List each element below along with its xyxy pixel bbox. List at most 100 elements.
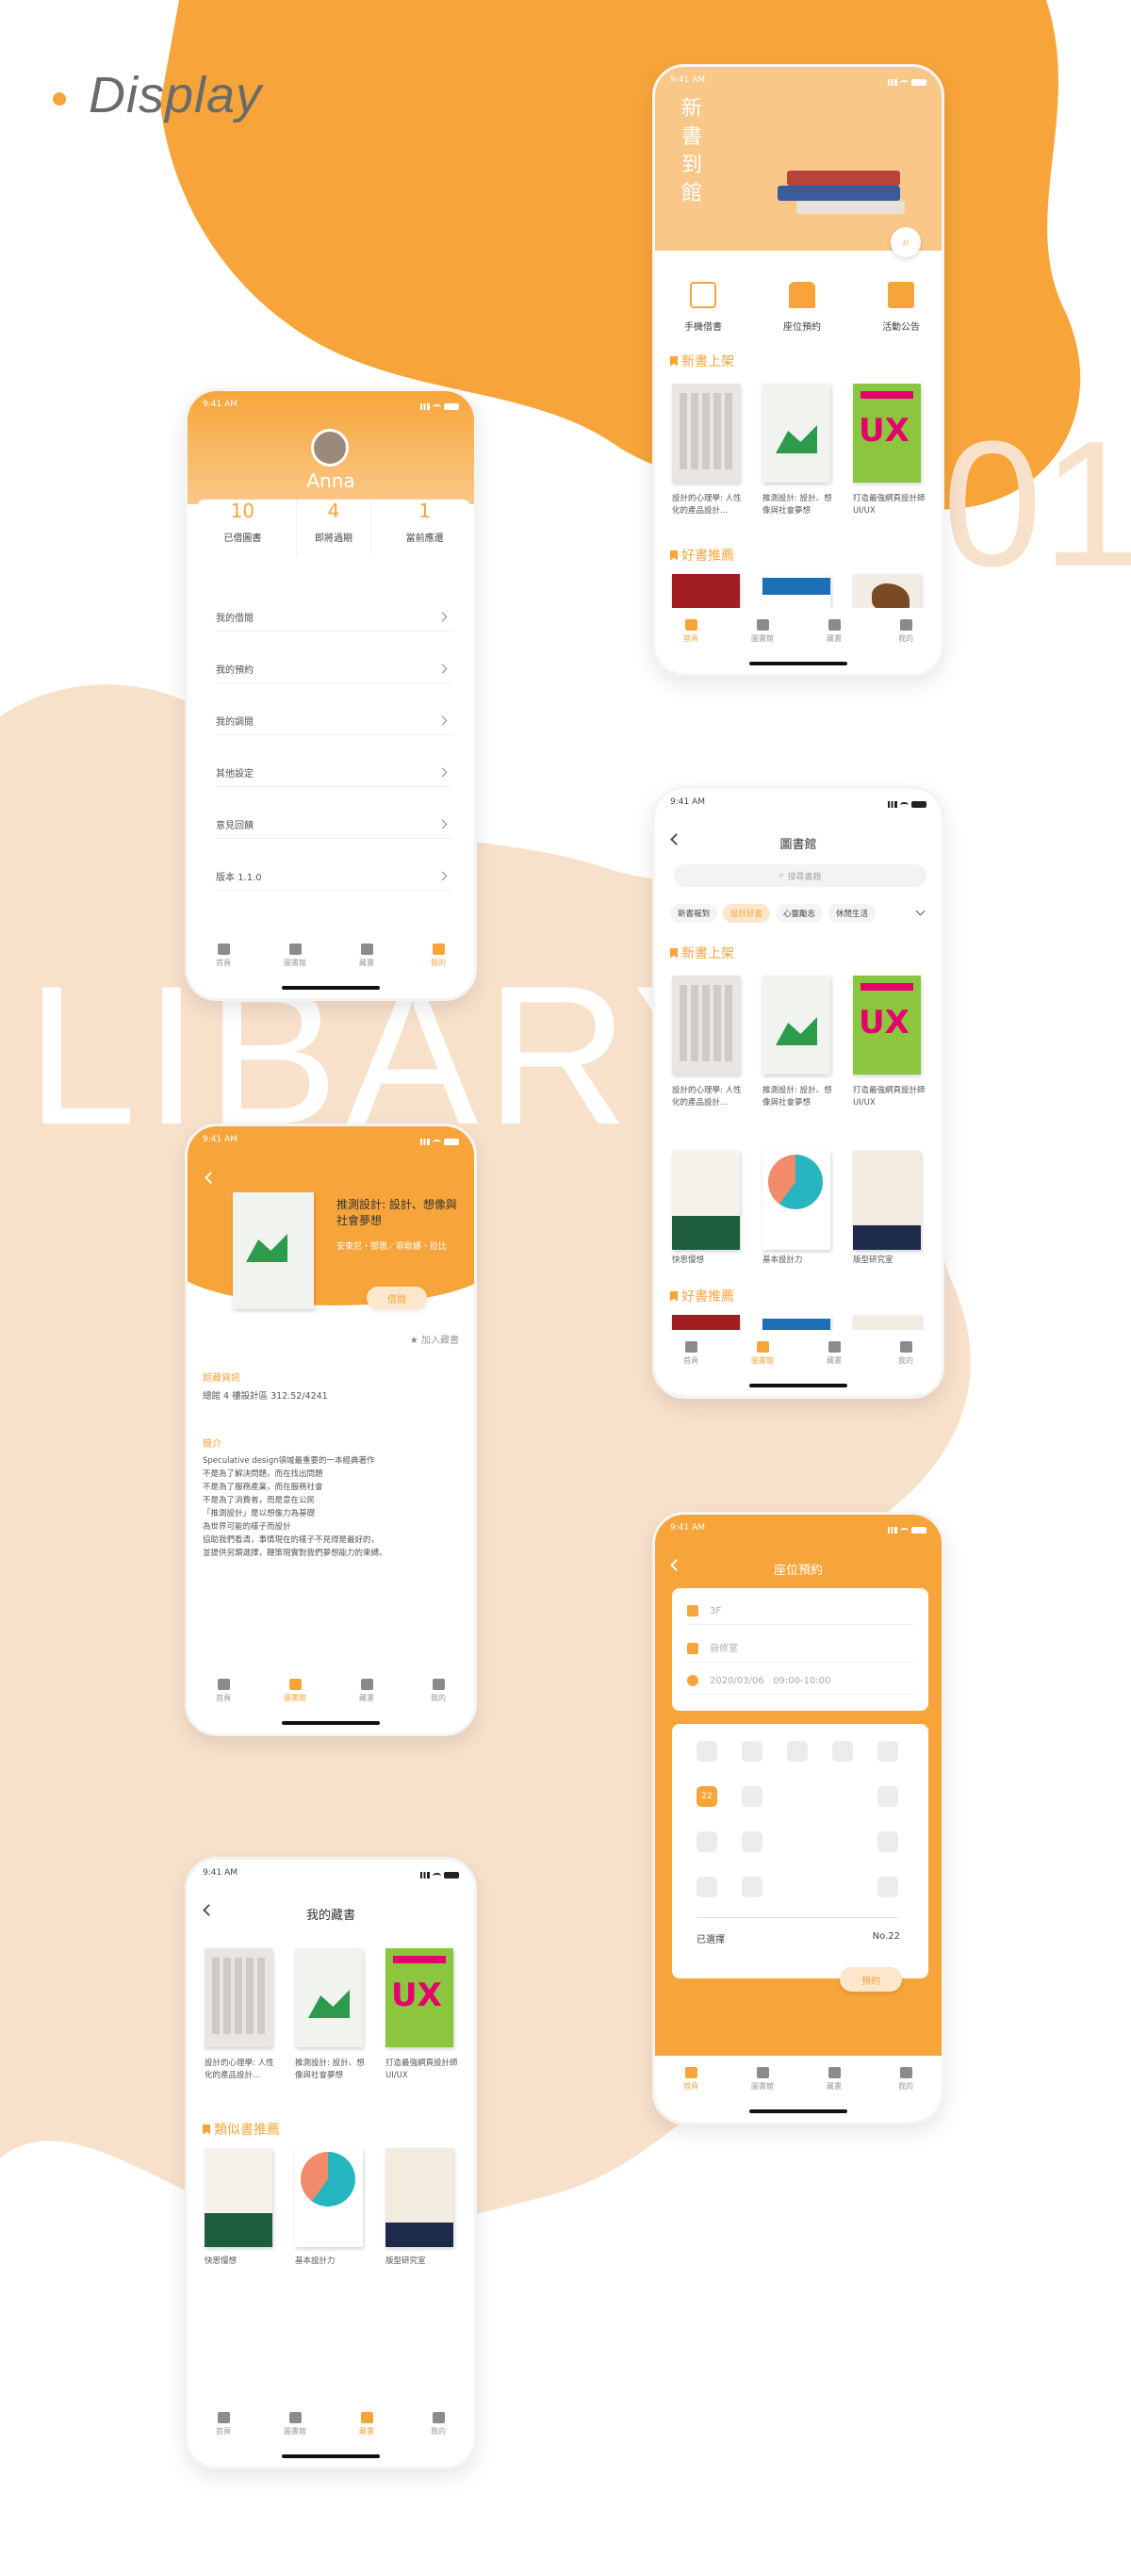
canvas: Display 01 LIBARY 新書到館 ⌕ 9:41 AM 手機借書 座位… (0, 0, 1131, 2576)
book-stack-illustration (787, 171, 900, 186)
tab-home[interactable]: 首頁 (667, 2067, 714, 2122)
search-input[interactable]: ⌕ 搜尋書籍 (674, 864, 926, 887)
book-title: 設計的心理學: 人性化的產品設計... (205, 2059, 274, 2080)
datetime-select[interactable]: 2020/03/06 09:00-10:00 (687, 1675, 913, 1695)
seat[interactable] (877, 1741, 898, 1762)
tab-profile[interactable]: 我的 (415, 1679, 462, 1733)
tab-library[interactable]: 圖書館 (271, 1679, 319, 1733)
action-phone-borrow[interactable]: 手機借書 (670, 282, 736, 334)
search-icon[interactable]: ⌕ (891, 227, 921, 257)
seat[interactable] (877, 1786, 898, 1807)
tab-collection[interactable]: 藏書 (811, 2067, 858, 2122)
library-icon (756, 2067, 769, 2078)
seat[interactable] (697, 1877, 717, 1897)
tab-library[interactable]: 圖書館 (739, 1341, 786, 1396)
room-select[interactable]: 自修室 (687, 1640, 913, 1663)
seat[interactable] (877, 1831, 898, 1852)
tab-library[interactable]: 圖書館 (739, 619, 786, 674)
back-icon[interactable] (670, 1559, 682, 1571)
chip-new[interactable]: 新書報到 (670, 904, 718, 923)
menu-my-requests[interactable]: 我的調閱 (216, 707, 451, 735)
book-title: 版型研究室 (853, 1255, 893, 1265)
avatar[interactable] (311, 429, 349, 467)
status-bar: 9:41 AM (188, 1860, 474, 1882)
collection-icon (360, 943, 373, 955)
floor-select[interactable]: 3F (687, 1605, 913, 1625)
stat-expiring[interactable]: 4 即將過期 (295, 500, 371, 556)
menu-my-borrows[interactable]: 我的借閱 (216, 603, 451, 632)
chip-leisure[interactable]: 休閒生活 (828, 904, 877, 923)
menu-version[interactable]: 版本 1.1.0 (216, 862, 451, 891)
seat[interactable] (742, 1741, 762, 1762)
stat-due[interactable]: 1 當前應還 (387, 500, 463, 556)
profile-stats: 10 已借圖書 4 即將過期 1 當前應還 (197, 500, 470, 556)
seat[interactable] (832, 1741, 853, 1762)
tab-profile[interactable]: 我的 (415, 2412, 462, 2467)
profile-screen: 9:41 AM Anna 10 已借圖書 4 即將過期 1 當前應還 我的借閱 我的預… (185, 388, 477, 1001)
book-cover[interactable] (762, 384, 830, 483)
reserve-button[interactable]: 預約 (840, 1967, 902, 1992)
chip-design[interactable]: 設計好書 (723, 904, 771, 923)
tab-profile[interactable]: 我的 (882, 619, 929, 674)
book-title: 推測設計: 設計、想像與社會夢想 (295, 2059, 365, 2080)
seat[interactable] (742, 1786, 762, 1807)
selected-label: 已選擇 (697, 1935, 725, 1945)
book-cover[interactable] (762, 976, 830, 1075)
chevron-down-icon[interactable] (915, 906, 926, 916)
book-cover[interactable] (672, 1151, 740, 1250)
seat[interactable] (742, 1877, 762, 1897)
book-cover[interactable] (853, 1151, 921, 1250)
tab-home[interactable]: 首頁 (200, 943, 247, 998)
status-bar: 9:41 AM (188, 1126, 474, 1149)
recommend-title: 好書推薦 (670, 1287, 734, 1305)
tab-collection[interactable]: 藏書 (811, 1341, 858, 1396)
tab-home[interactable]: 首頁 (667, 1341, 714, 1396)
menu-my-reservations[interactable]: 我的預約 (216, 655, 451, 683)
seat-selected[interactable]: 22 (697, 1786, 717, 1807)
action-events[interactable]: 活動公告 (868, 282, 934, 334)
book-cover[interactable] (385, 2148, 453, 2247)
tab-library[interactable]: 圖書館 (739, 2067, 786, 2122)
book-cover[interactable] (205, 2148, 272, 2247)
seat[interactable] (787, 1741, 808, 1762)
status-bar: 9:41 AM (655, 789, 942, 812)
tab-home[interactable]: 首頁 (667, 619, 714, 674)
menu-feedback[interactable]: 意見回饋 (216, 811, 451, 839)
tab-collection[interactable]: 藏書 (343, 1679, 390, 1733)
status-bar: 9:41 AM (655, 67, 942, 90)
book-cover[interactable] (853, 976, 921, 1075)
book-cover[interactable] (385, 1948, 453, 2047)
tab-collection[interactable]: 藏書 (343, 2412, 390, 2467)
chip-inspire[interactable]: 心靈勵志 (776, 904, 824, 923)
action-seat-reserve[interactable]: 座位預約 (769, 282, 835, 334)
tab-library[interactable]: 圖書館 (271, 2412, 319, 2467)
book-cover[interactable] (295, 2148, 363, 2247)
tab-collection[interactable]: 藏書 (811, 619, 858, 674)
seat[interactable] (697, 1741, 717, 1762)
tab-collection[interactable]: 藏書 (343, 943, 390, 998)
tab-profile[interactable]: 我的 (882, 1341, 929, 1396)
book-cover[interactable] (762, 1151, 830, 1250)
book-cover[interactable] (853, 384, 921, 483)
book-title: 打造最強網頁設計師 UI/UX (385, 2059, 458, 2080)
tab-library[interactable]: 圖書館 (271, 943, 319, 998)
back-icon[interactable] (203, 1904, 215, 1916)
tab-home[interactable]: 首頁 (200, 1679, 247, 1733)
stat-borrowed[interactable]: 10 已借圖書 (205, 500, 280, 556)
back-icon[interactable] (670, 833, 682, 845)
tab-home[interactable]: 首頁 (200, 2412, 247, 2467)
chevron-right-icon (437, 715, 448, 726)
tab-profile[interactable]: 我的 (882, 2067, 929, 2122)
seat[interactable] (697, 1831, 717, 1852)
book-cover[interactable] (672, 384, 740, 483)
book-cover[interactable] (672, 976, 740, 1075)
seat[interactable] (877, 1877, 898, 1897)
seat[interactable] (742, 1831, 762, 1852)
book-cover[interactable] (295, 1948, 363, 2047)
book-cover[interactable] (205, 1948, 272, 2047)
menu-settings[interactable]: 其他設定 (216, 759, 451, 787)
section-number: 01 (942, 404, 1131, 604)
add-collection-button[interactable]: ★ 加入藏書 (410, 1332, 459, 1346)
borrow-button[interactable]: 借閱 (367, 1287, 427, 1309)
tab-profile[interactable]: 我的 (415, 943, 462, 998)
